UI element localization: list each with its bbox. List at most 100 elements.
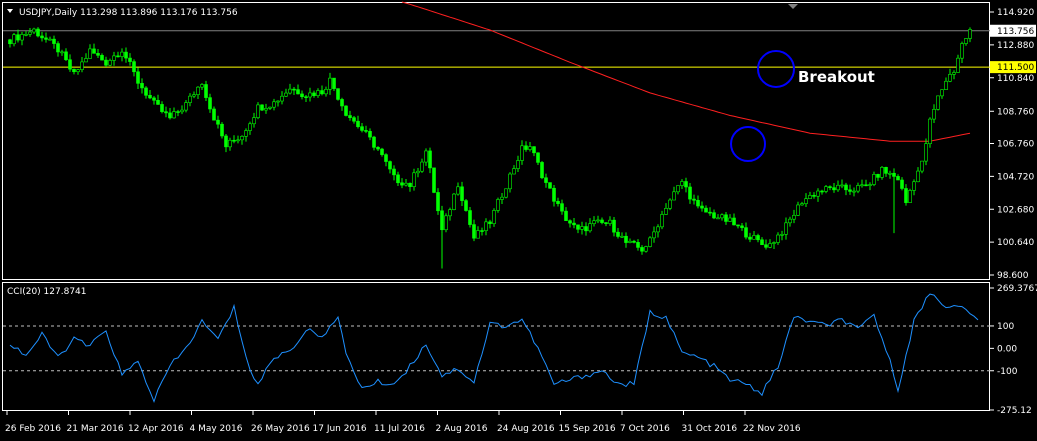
candle-body bbox=[820, 190, 824, 193]
candle-body bbox=[704, 207, 708, 213]
breakout-label: Breakout bbox=[798, 68, 875, 86]
candle-body bbox=[312, 92, 316, 96]
candle-body bbox=[204, 84, 208, 98]
candle-body bbox=[536, 152, 540, 163]
candle-body bbox=[120, 51, 124, 57]
price-panel-frame bbox=[2, 2, 990, 280]
candle-body bbox=[488, 221, 492, 224]
candle-body bbox=[296, 89, 300, 95]
candle-body bbox=[116, 55, 120, 58]
candle-body bbox=[276, 100, 280, 103]
cci-tick-label: 0.00 bbox=[997, 344, 1017, 354]
candle-body bbox=[320, 90, 324, 95]
candle-body bbox=[864, 184, 868, 187]
candle-body bbox=[396, 174, 400, 184]
candle-body bbox=[140, 83, 144, 89]
candle-body bbox=[324, 89, 328, 95]
candle-body bbox=[792, 215, 796, 220]
candle-body bbox=[968, 29, 972, 39]
candle-body bbox=[244, 130, 248, 137]
price-tick-label: 98.600 bbox=[997, 271, 1029, 281]
candle-body bbox=[836, 184, 840, 191]
candle-body bbox=[764, 244, 768, 248]
candle-body bbox=[696, 199, 700, 207]
candle-body bbox=[608, 219, 612, 224]
candle-body bbox=[868, 184, 872, 186]
candle-body bbox=[908, 190, 912, 203]
candle-body bbox=[380, 148, 384, 155]
candle-body bbox=[252, 117, 256, 125]
price-tick-label: 110.840 bbox=[997, 74, 1034, 84]
candle-body bbox=[788, 218, 792, 224]
candle-body bbox=[892, 172, 896, 177]
support-price-label: 111.500 bbox=[997, 63, 1034, 73]
candle-body bbox=[504, 188, 508, 198]
candle-body bbox=[216, 119, 220, 125]
candle-body bbox=[36, 28, 40, 37]
candle-body bbox=[640, 247, 644, 252]
candle-body bbox=[456, 186, 460, 195]
candle-body bbox=[256, 104, 260, 118]
candle-body bbox=[896, 176, 900, 181]
candle-body bbox=[368, 131, 372, 138]
candle-body bbox=[72, 68, 76, 73]
candle-body bbox=[468, 210, 472, 225]
candle-body bbox=[84, 58, 88, 63]
candle-body bbox=[880, 167, 884, 178]
candle-body bbox=[496, 199, 500, 211]
date-tick-label: 7 Oct 2016 bbox=[620, 424, 670, 434]
candle-body bbox=[548, 182, 552, 189]
candle-body bbox=[400, 182, 404, 186]
candle-body bbox=[572, 222, 576, 226]
candle-body bbox=[668, 199, 672, 209]
candle-body bbox=[512, 168, 516, 175]
candle-body bbox=[964, 38, 968, 44]
candle-body bbox=[188, 95, 192, 103]
date-tick-label: 26 May 2016 bbox=[251, 424, 310, 434]
candle-body bbox=[112, 55, 116, 61]
candle-body bbox=[916, 170, 920, 183]
candle-body bbox=[632, 240, 636, 243]
candle-body bbox=[872, 174, 876, 185]
candle-body bbox=[32, 28, 36, 33]
candle-body bbox=[16, 34, 20, 41]
candle-body bbox=[812, 195, 816, 197]
candle-body bbox=[128, 57, 132, 62]
candle-body bbox=[884, 167, 888, 174]
candle-body bbox=[816, 190, 820, 197]
chart-shift-marker[interactable] bbox=[788, 4, 798, 9]
candle-body bbox=[936, 95, 940, 110]
candle-body bbox=[508, 173, 512, 190]
candle-body bbox=[576, 224, 580, 230]
candle-body bbox=[48, 38, 52, 41]
candle-body bbox=[656, 226, 660, 233]
candle-body bbox=[388, 161, 392, 170]
date-tick-label: 21 Mar 2016 bbox=[67, 424, 124, 434]
candle-body bbox=[756, 235, 760, 241]
candle-body bbox=[712, 212, 716, 219]
moving-average-line bbox=[401, 1, 971, 142]
candle-body bbox=[784, 222, 788, 235]
candle-body bbox=[940, 89, 944, 97]
triangle-down-icon[interactable] bbox=[7, 9, 13, 13]
candle-body bbox=[52, 38, 56, 44]
candle-body bbox=[64, 51, 68, 61]
cci-panel-frame bbox=[2, 282, 990, 411]
candle-body bbox=[700, 205, 704, 209]
candle-body bbox=[912, 181, 916, 191]
candle-body bbox=[444, 215, 448, 231]
candle-body bbox=[360, 126, 364, 131]
candle-body bbox=[580, 226, 584, 230]
candle-body bbox=[20, 34, 24, 41]
candle-body bbox=[124, 51, 128, 59]
price-tick-label: 114.920 bbox=[997, 8, 1034, 18]
date-tick-label: 17 Jun 2016 bbox=[313, 424, 367, 434]
candle-body bbox=[288, 88, 292, 94]
candle-body bbox=[932, 109, 936, 120]
candle-body bbox=[424, 150, 428, 163]
candle-body bbox=[768, 243, 772, 248]
current-price-label: 113.756 bbox=[997, 27, 1034, 37]
candle-body bbox=[384, 154, 388, 162]
candle-body bbox=[452, 193, 456, 210]
candle-body bbox=[88, 48, 92, 59]
